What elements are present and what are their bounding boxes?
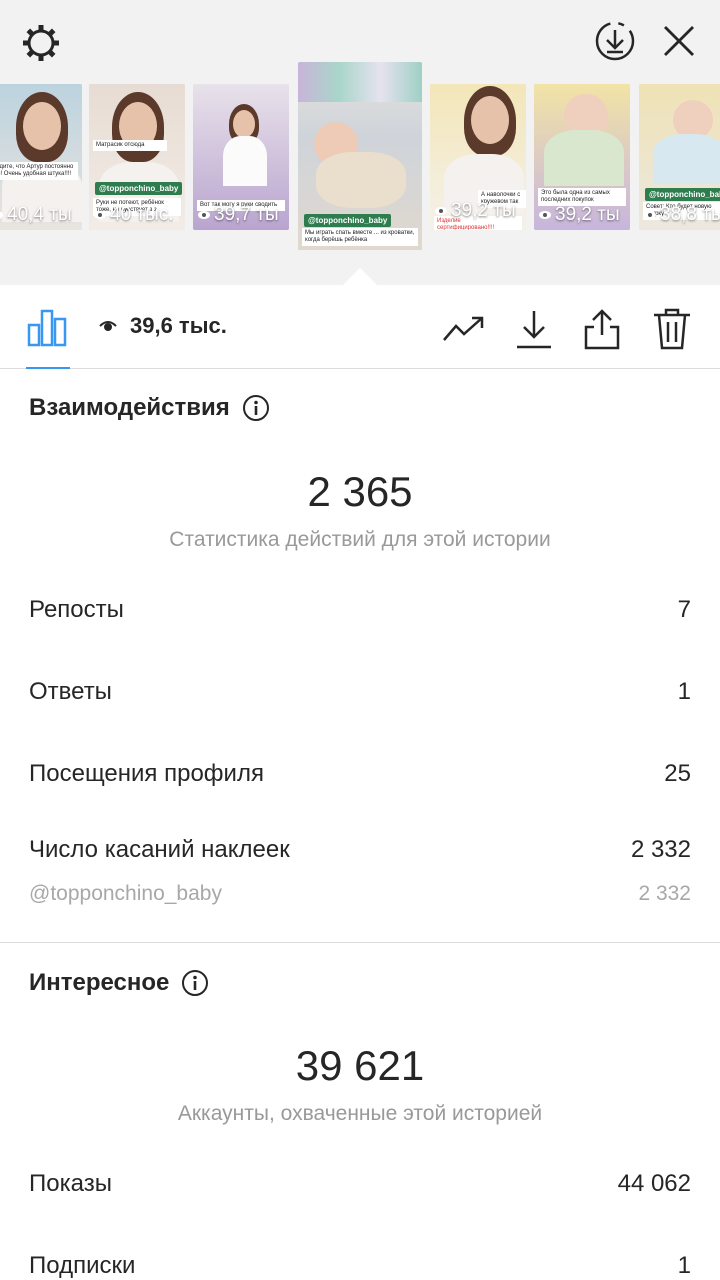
story-views: 40,4 ты: [0, 204, 72, 226]
stat-row-replies: Ответы 1: [29, 678, 691, 706]
stat-label: @topponchino_baby: [29, 882, 222, 905]
gear-icon[interactable]: [18, 20, 64, 66]
info-icon[interactable]: [181, 969, 209, 997]
story-caption: Мы играть спать вместе ... из кроватки, …: [302, 228, 418, 247]
close-icon[interactable]: [658, 20, 700, 62]
eye-icon: [99, 321, 117, 331]
eye-icon: [539, 211, 551, 219]
story-thumbnail[interactable]: Это была одна из самых последних покупок…: [534, 84, 630, 230]
stat-value: 25: [664, 760, 691, 787]
trending-up-icon[interactable]: [442, 307, 486, 351]
stat-label: Репосты: [29, 596, 124, 623]
mention-tag: @topponchino_baby: [304, 214, 392, 227]
story-views: 38,8 ты: [643, 204, 720, 226]
discovery-header: Интересное: [29, 969, 209, 997]
stat-label: Посещения профиля: [29, 760, 264, 787]
story-views: 39,2 ты: [434, 200, 516, 222]
trash-icon[interactable]: [650, 307, 694, 351]
download-circle-icon[interactable]: [592, 18, 638, 64]
interactions-caption: Статистика действий для этой истории: [169, 528, 551, 551]
stat-value: 1: [677, 678, 691, 705]
eye-icon: [644, 211, 656, 219]
story-views-count: 40 тыс.: [110, 204, 174, 225]
story-views-count: 40,4 ты: [7, 204, 72, 225]
section-divider: [0, 942, 720, 943]
views-count: 39,6 тыс.: [130, 313, 227, 338]
story-views-count: 39,2 ты: [555, 204, 620, 225]
story-thumbnail[interactable]: Матрасик отсюда @topponchino_baby Руки н…: [89, 84, 185, 230]
active-tab-indicator: [26, 367, 70, 369]
stat-row-follows: Подписки 1: [29, 1252, 691, 1280]
interactions-header: Взаимодействия: [29, 394, 270, 422]
mention-tag: @topponchino_baby: [95, 182, 183, 195]
interactions-total: 2 365: [307, 468, 413, 515]
stat-row-shares: Репосты 7: [29, 596, 691, 624]
story-thumbnail[interactable]: видите, что Артур постоянно ем! Очень уд…: [0, 84, 82, 230]
story-views: 40 тыс.: [93, 204, 174, 226]
views-summary: 39,6 тыс.: [98, 313, 227, 339]
story-thumbnail-selected[interactable]: @topponchino_baby Мы играть спать вместе…: [298, 62, 422, 250]
story-views-count: 39,7 ты: [214, 204, 279, 225]
eye-icon: [0, 211, 3, 219]
story-reel-area: видите, что Артур постоянно ем! Очень уд…: [0, 0, 720, 286]
stat-row-impressions: Показы 44 062: [29, 1170, 691, 1198]
story-views: 39,7 ты: [197, 204, 279, 226]
story-views-count: 38,8 ты: [660, 204, 720, 225]
story-thumbnail[interactable]: @topponchino_baby Совет: Кто будет новую…: [639, 84, 720, 230]
story-thumbnails: видите, что Артур постоянно ем! Очень уд…: [0, 62, 720, 262]
eye-icon: [435, 207, 447, 215]
stat-row-sticker-taps: Число касаний наклеек 2 332: [29, 836, 691, 864]
story-thumbnail[interactable]: А наволочки с кружевом так Изделие серти…: [430, 84, 526, 230]
stat-value: 44 062: [617, 1170, 691, 1197]
bar-chart-icon[interactable]: [26, 307, 70, 347]
story-views-count: 39,2 ты: [451, 200, 516, 221]
download-icon[interactable]: [512, 307, 556, 351]
insights-toolbar: 39,6 тыс.: [0, 285, 720, 369]
stat-row-sticker-mention: @topponchino_baby 2 332: [29, 882, 691, 906]
stat-value: 2 332: [638, 882, 691, 905]
eye-icon: [94, 211, 106, 219]
section-title: Интересное: [29, 969, 170, 996]
story-note: Матрасик отсюда: [93, 140, 167, 152]
info-icon[interactable]: [242, 394, 270, 422]
share-icon[interactable]: [580, 307, 624, 351]
story-views: 39,2 ты: [538, 204, 620, 226]
story-thumbnail[interactable]: Вот так могу я руки сводить 39,7 ты: [193, 84, 289, 230]
stat-value: 1: [677, 1252, 691, 1279]
stat-value: 7: [677, 596, 691, 623]
stat-label: Число касаний наклеек: [29, 836, 290, 863]
stat-label: Подписки: [29, 1252, 136, 1279]
mention-tag: @topponchino_baby: [645, 188, 720, 201]
selection-pointer: [342, 268, 378, 286]
story-caption: видите, что Артур постоянно ем! Очень уд…: [0, 162, 78, 181]
stat-label: Ответы: [29, 678, 112, 705]
discovery-caption: Аккаунты, охваченные этой историей: [177, 1102, 543, 1125]
stat-label: Показы: [29, 1170, 112, 1197]
stat-row-profile-visits: Посещения профиля 25: [29, 760, 691, 788]
discovery-total: 39 621: [295, 1042, 425, 1089]
section-title: Взаимодействия: [29, 394, 230, 421]
eye-icon: [198, 211, 210, 219]
stat-value: 2 332: [630, 836, 691, 863]
